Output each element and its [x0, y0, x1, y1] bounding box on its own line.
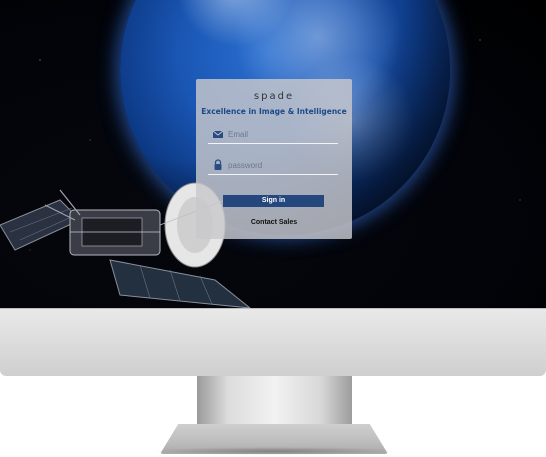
- lock-icon: [214, 159, 222, 170]
- monitor-stand-neck: [197, 376, 352, 428]
- brand-tagline: Excellence in Image & Intelligence: [201, 107, 347, 116]
- brand-logo: spade: [253, 91, 295, 102]
- monitor-screen: spade Excellence in Image & Intelligence…: [0, 0, 546, 308]
- email-field: [208, 126, 338, 144]
- stand-shadow: [150, 447, 398, 455]
- login-card: spade Excellence in Image & Intelligence…: [196, 79, 352, 239]
- password-input[interactable]: [228, 158, 336, 172]
- monitor-chin: [0, 308, 546, 376]
- email-input[interactable]: [228, 127, 336, 141]
- password-field: [208, 157, 338, 175]
- contact-sales-link[interactable]: Contact Sales: [196, 219, 352, 226]
- sign-in-button[interactable]: Sign in: [223, 195, 324, 207]
- envelope-icon: [212, 130, 224, 138]
